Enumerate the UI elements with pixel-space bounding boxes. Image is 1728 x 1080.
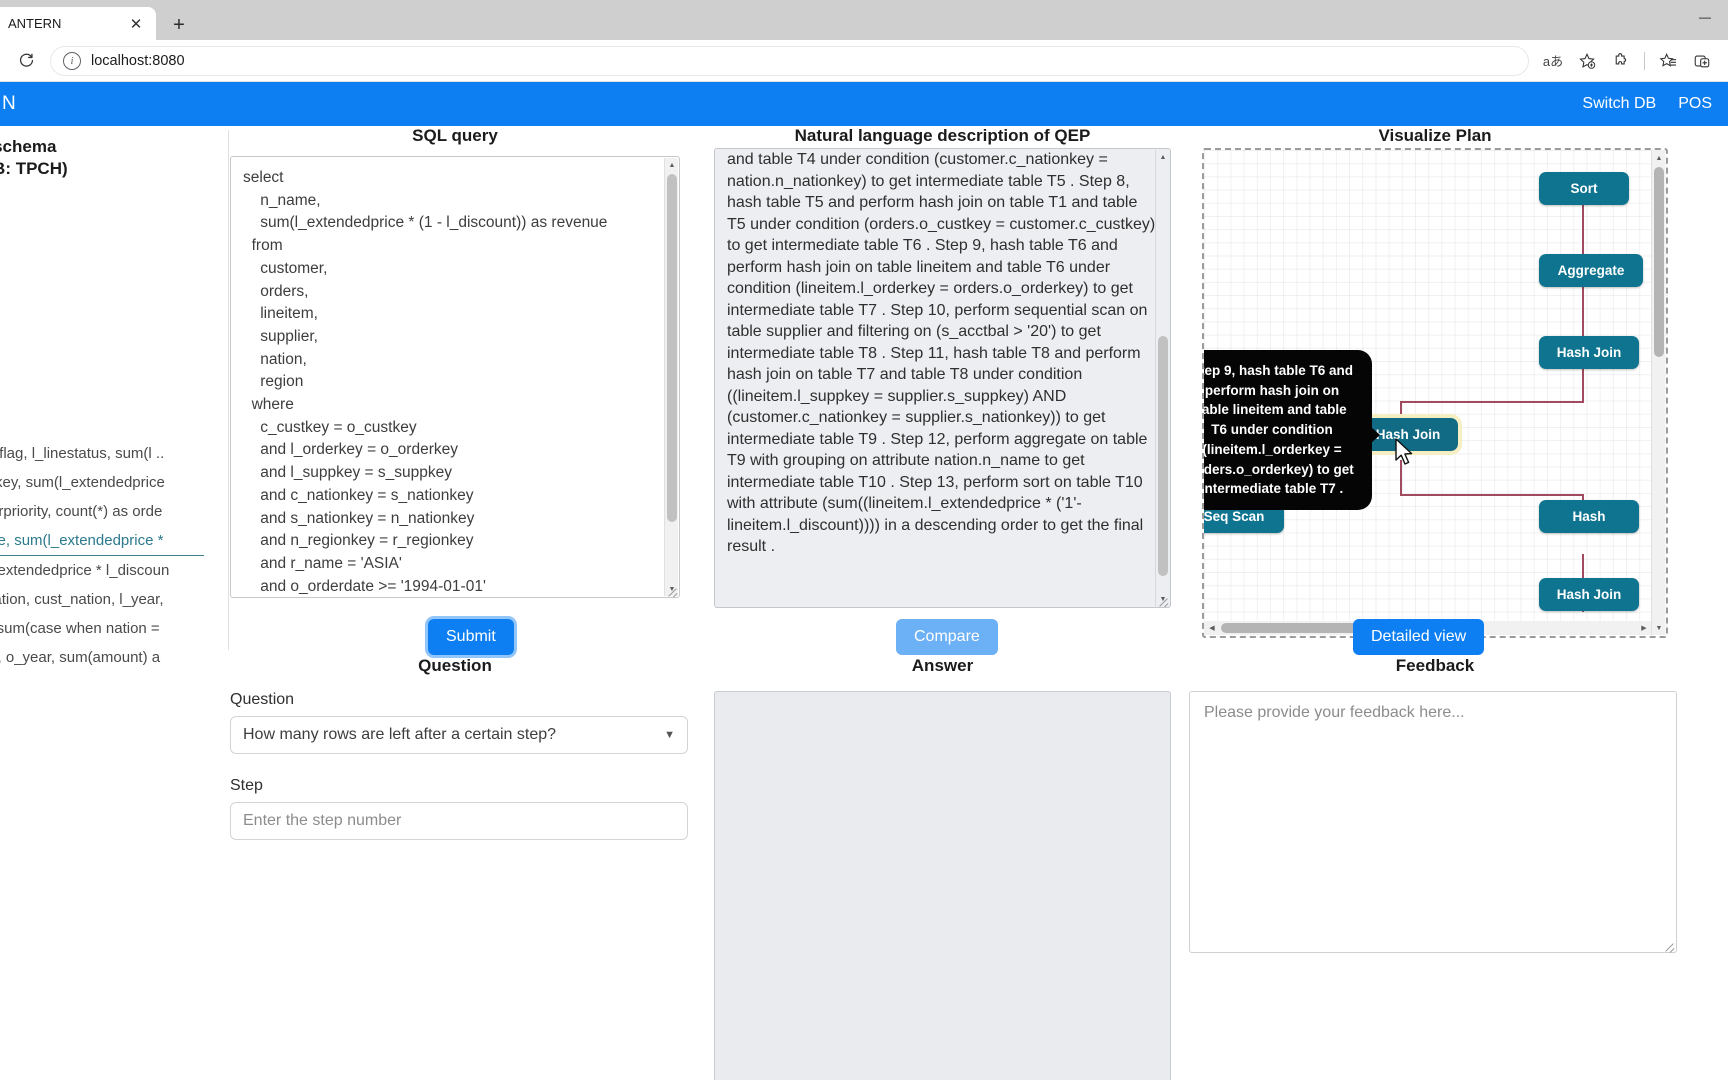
- question-field-label: Question: [230, 691, 295, 708]
- plan-node-sort[interactable]: Sort: [1539, 172, 1629, 205]
- plan-edge: [1400, 494, 1584, 496]
- scroll-down-icon[interactable]: ▼: [665, 582, 679, 596]
- close-icon[interactable]: ✕: [126, 14, 146, 34]
- window-controls: —: [1682, 0, 1728, 34]
- scroll-down-icon[interactable]: ▼: [1156, 592, 1170, 606]
- extensions-icon[interactable]: [1605, 45, 1637, 77]
- minimize-icon[interactable]: —: [1682, 0, 1728, 34]
- compare-button[interactable]: Compare: [896, 619, 998, 655]
- sql-scrollbar[interactable]: ▲ ▼: [664, 158, 678, 596]
- page-title-nl: Natural language description of QEP: [794, 126, 1091, 145]
- browser-toolbar: i localhost:8080 aあ: [0, 40, 1728, 82]
- site-info-icon[interactable]: i: [63, 51, 81, 70]
- feedback-box[interactable]: Please provide your feedback here...: [1189, 691, 1677, 953]
- toolbar-actions: aあ: [1537, 45, 1718, 77]
- navbar-links: Switch DB POS: [1582, 95, 1712, 113]
- reload-icon[interactable]: [10, 45, 42, 77]
- list-item[interactable]: _orderpriority, count(*) as orde: [0, 497, 204, 526]
- nav-link-switch-db[interactable]: Switch DB: [1582, 95, 1656, 113]
- page-title-sql: SQL query: [412, 126, 498, 145]
- scroll-up-icon[interactable]: ▲: [665, 158, 679, 172]
- page-title-answer: Answer: [911, 656, 974, 675]
- schema-table-item[interactable]: r: [0, 374, 204, 395]
- read-aloud-icon[interactable]: aあ: [1537, 45, 1569, 77]
- step-input[interactable]: Enter the step number: [230, 802, 688, 840]
- plan-edge: [1582, 284, 1584, 344]
- plan-edge: [1582, 202, 1584, 262]
- scroll-up-icon[interactable]: ▲: [1156, 150, 1170, 164]
- feedback-placeholder: Please provide your feedback here...: [1204, 704, 1465, 721]
- app-navbar: N Switch DB POS: [0, 82, 1728, 126]
- qep-description-box[interactable]: and table T4 under condition (customer.c…: [714, 148, 1171, 608]
- sidebar-title-line2: nt DB: TPCH): [0, 159, 68, 179]
- scroll-left-icon[interactable]: ◀: [1205, 621, 1219, 635]
- scrollbar-thumb[interactable]: [1654, 167, 1664, 357]
- answer-box[interactable]: [714, 691, 1171, 1080]
- scrollbar-thumb[interactable]: [667, 174, 677, 522]
- browser-tab-title: ANTERN: [8, 16, 62, 31]
- chevron-down-icon: ▼: [664, 729, 675, 741]
- question-select[interactable]: How many rows are left after a certain s…: [230, 716, 688, 754]
- sidebar-divider: [228, 130, 229, 650]
- sql-submit-button[interactable]: Submit: [428, 619, 514, 655]
- list-item[interactable]: um(l_extendedprice * l_discoun: [0, 556, 204, 585]
- qep-scrollbar[interactable]: ▲ ▼: [1155, 150, 1169, 606]
- mouse-cursor: [1394, 438, 1416, 473]
- saved-query-list: returnflag, l_linestatus, sum(l .. order…: [0, 439, 204, 672]
- step-field-label: Step: [230, 777, 263, 794]
- address-bar[interactable]: i localhost:8080: [50, 45, 1529, 76]
- schema-table-item[interactable]: n: [0, 232, 204, 253]
- scroll-up-icon[interactable]: ▲: [1652, 151, 1666, 165]
- plan-node-hash-join-3[interactable]: Hash Join: [1539, 578, 1639, 611]
- plan-node-hash[interactable]: Hash: [1539, 500, 1639, 533]
- page-title-viz: Visualize Plan: [1378, 126, 1492, 145]
- plan-edge: [1582, 366, 1584, 402]
- scroll-right-icon[interactable]: ▶: [1637, 621, 1651, 635]
- resize-handle[interactable]: [1663, 939, 1675, 951]
- split-screen-icon[interactable]: [1686, 45, 1718, 77]
- sidebar-title-line1: ase schema: [0, 137, 57, 156]
- plan-node-hash-join-1[interactable]: Hash Join: [1539, 336, 1639, 369]
- plan-vscrollbar[interactable]: ▲ ▼: [1651, 151, 1665, 635]
- list-item[interactable]: orderkey, sum(l_extendedprice: [0, 468, 204, 497]
- detailed-view-button[interactable]: Detailed view: [1353, 619, 1485, 655]
- nav-link-database-type[interactable]: POS: [1678, 95, 1712, 113]
- qep-description-text: and table T4 under condition (customer.c…: [727, 151, 1156, 556]
- list-item[interactable]: name, o_year, sum(amount) a: [0, 643, 204, 672]
- plan-node-tooltip: Step 9, hash table T6 and perform hash j…: [1204, 350, 1380, 510]
- list-item[interactable]: year, sum(case when nation =: [0, 614, 204, 643]
- sidebar: ase schema nt DB: TPCH) er n p r returnf…: [0, 126, 216, 672]
- question-select-value: How many rows are left after a certain s…: [243, 726, 557, 743]
- list-item-selected[interactable]: _name, sum(l_extendedprice *: [0, 526, 204, 556]
- schema-table-item[interactable]: p: [0, 315, 204, 336]
- url-text: localhost:8080: [91, 52, 185, 69]
- browser-tab-strip: ANTERN ✕ + —: [0, 0, 1728, 40]
- app-main: ase schema nt DB: TPCH) er n p r returnf…: [0, 126, 1728, 1080]
- toolbar-divider: [1644, 51, 1645, 70]
- new-tab-button[interactable]: +: [162, 10, 196, 40]
- scroll-down-icon[interactable]: ▼: [1652, 621, 1666, 635]
- browser-tab[interactable]: ANTERN ✕: [0, 7, 156, 40]
- plan-edge: [1400, 401, 1584, 403]
- page-title-feedback: Feedback: [1395, 656, 1475, 675]
- list-item[interactable]: returnflag, l_linestatus, sum(l ..: [0, 439, 204, 468]
- sidebar-title: ase schema nt DB: TPCH): [0, 136, 204, 181]
- plan-node-aggregate[interactable]: Aggregate: [1539, 254, 1643, 287]
- sql-query-editor[interactable]: select n_name, sum(l_extendedprice * (1 …: [230, 156, 680, 598]
- page-title-question: Question: [418, 656, 492, 675]
- list-item[interactable]: pp_nation, cust_nation, l_year,: [0, 585, 204, 614]
- sql-query-text[interactable]: select n_name, sum(l_extendedprice * (1 …: [231, 157, 679, 597]
- schema-table-item[interactable]: er: [0, 193, 204, 214]
- app-brand[interactable]: N: [2, 93, 16, 115]
- add-favorite-icon[interactable]: [1571, 45, 1603, 77]
- plan-canvas[interactable]: Sort Aggregate Hash Join Hash Join Seq S…: [1202, 148, 1668, 638]
- collections-icon[interactable]: [1652, 45, 1684, 77]
- scrollbar-thumb[interactable]: [1158, 336, 1168, 576]
